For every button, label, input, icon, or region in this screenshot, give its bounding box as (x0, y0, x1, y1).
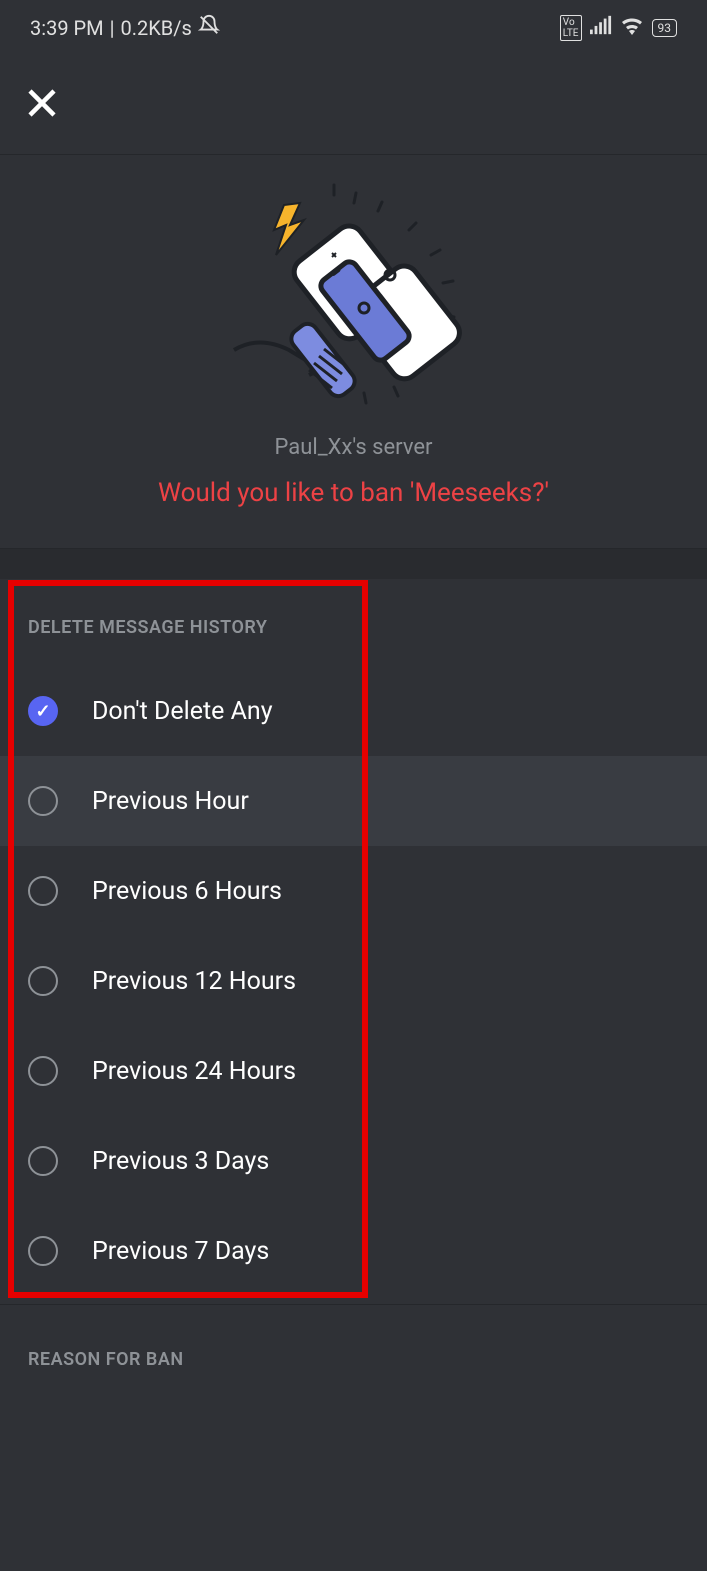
radio-button[interactable] (28, 786, 58, 816)
option-label: Don't Delete Any (92, 697, 273, 726)
option-label: Previous 3 Days (92, 1147, 269, 1176)
status-time: 3:39 PM (30, 16, 104, 40)
status-right: VoLTE 93 (560, 15, 677, 41)
delete-option-row[interactable]: Previous 24 Hours (0, 1026, 707, 1116)
radio-button[interactable] (28, 966, 58, 996)
delete-history-section: DELETE MESSAGE HISTORY Don't Delete Any P… (0, 579, 707, 1296)
delete-option-row[interactable]: Previous 12 Hours (0, 936, 707, 1026)
status-data-rate: 0.2KB/s (121, 16, 192, 40)
ban-hammer-illustration (214, 175, 494, 415)
signal-icon (590, 15, 612, 40)
header (0, 55, 707, 155)
bell-mute-icon (198, 14, 220, 41)
server-name: Paul_Xx's server (0, 435, 707, 460)
hero-section: Paul_Xx's server Would you like to ban '… (0, 155, 707, 549)
delete-option-row[interactable]: Previous Hour (0, 756, 707, 846)
delete-option-row[interactable]: Previous 6 Hours (0, 846, 707, 936)
radio-button[interactable] (28, 1056, 58, 1086)
status-bar: 3:39 PM | 0.2KB/s VoLTE 93 (0, 0, 707, 55)
lte-icon: VoLTE (560, 15, 582, 41)
option-label: Previous 12 Hours (92, 967, 296, 996)
radio-button[interactable] (28, 696, 58, 726)
delete-option-row[interactable]: Previous 7 Days (0, 1206, 707, 1296)
wifi-icon (620, 15, 644, 40)
delete-option-row[interactable]: Previous 3 Days (0, 1116, 707, 1206)
option-label: Previous 6 Hours (92, 877, 282, 906)
radio-button[interactable] (28, 1146, 58, 1176)
radio-button[interactable] (28, 876, 58, 906)
close-icon[interactable] (24, 85, 60, 125)
option-label: Previous Hour (92, 787, 249, 816)
battery-icon: 93 (652, 19, 678, 37)
option-label: Previous 24 Hours (92, 1057, 296, 1086)
delete-option-row[interactable]: Don't Delete Any (0, 666, 707, 756)
reason-title: REASON FOR BAN (0, 1349, 707, 1398)
section-divider (0, 549, 707, 579)
option-label: Previous 7 Days (92, 1237, 269, 1266)
ban-question: Would you like to ban 'Meeseeks?' (0, 478, 707, 508)
status-separator: | (110, 16, 115, 40)
reason-section: REASON FOR BAN (0, 1304, 707, 1398)
status-left: 3:39 PM | 0.2KB/s (30, 14, 220, 41)
delete-history-title: DELETE MESSAGE HISTORY (0, 617, 707, 666)
radio-button[interactable] (28, 1236, 58, 1266)
